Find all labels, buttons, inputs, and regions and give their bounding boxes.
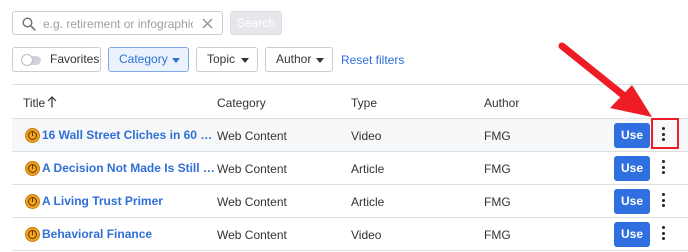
favorites-label: Favorites [50,52,100,66]
alert-badge-icon [25,227,40,242]
use-button[interactable]: Use [614,123,650,148]
category-dropdown[interactable]: Category [108,47,189,72]
table-row: A Decision Not Made Is Still a Decision … [12,152,688,185]
use-button[interactable]: Use [614,156,650,181]
row-author: FMG [484,228,511,242]
row-title-link[interactable]: A Decision Not Made Is Still a Decision [42,161,218,175]
clear-icon[interactable] [201,17,214,30]
row-category: Web Content [217,162,287,176]
table-row: A Living Trust Primer Web Content Articl… [12,185,688,218]
row-type: Article [351,195,385,209]
search-box[interactable] [12,11,223,35]
sort-up-arrow-icon[interactable] [47,96,57,108]
chevron-down-icon [172,58,180,63]
row-category: Web Content [217,195,287,209]
topic-label: Topic [207,52,236,66]
column-header-category: Category [217,96,266,110]
alert-badge-icon [25,128,40,143]
chevron-down-icon [316,58,324,63]
reset-filters-link[interactable]: Reset filters [341,53,404,67]
row-title-link[interactable]: 16 Wall Street Cliches in 60 Seconds [42,128,218,142]
table-header: Title Category Type Author [12,85,688,119]
column-header-title[interactable]: Title [23,96,45,110]
table-row: Behavioral Finance Web Content Video FMG… [12,218,688,251]
row-title-link[interactable]: A Living Trust Primer [42,194,163,208]
alert-badge-icon [25,194,40,209]
more-options-icon[interactable] [660,226,666,242]
row-author: FMG [484,162,511,176]
more-options-icon[interactable] [660,160,666,176]
favorites-toggle[interactable]: Favorites [12,47,101,72]
chevron-down-icon [241,58,249,63]
toggle-switch[interactable] [21,54,41,66]
column-header-author: Author [484,96,520,110]
alert-badge-icon [25,161,40,176]
more-options-icon[interactable] [660,193,666,209]
search-icon [22,17,36,31]
column-header-type: Type [351,96,378,110]
row-author: FMG [484,195,511,209]
search-input[interactable] [43,15,193,32]
content-table: Title Category Type Author 16 Wall Stree… [12,84,688,252]
row-title-link[interactable]: Behavioral Finance [42,227,152,241]
search-button[interactable]: Search [230,11,282,35]
use-button[interactable]: Use [614,189,650,214]
author-label: Author [276,52,312,66]
topic-dropdown[interactable]: Topic [196,47,258,72]
author-dropdown[interactable]: Author [265,47,333,72]
highlight-box [651,118,679,149]
row-type: Article [351,162,385,176]
category-label: Category [119,52,168,66]
row-category: Web Content [217,228,287,242]
row-type: Video [351,228,382,242]
table-row: 16 Wall Street Cliches in 60 Seconds Web… [12,119,688,152]
row-type: Video [351,129,382,143]
row-author: FMG [484,129,511,143]
use-button[interactable]: Use [614,222,650,247]
row-category: Web Content [217,129,287,143]
